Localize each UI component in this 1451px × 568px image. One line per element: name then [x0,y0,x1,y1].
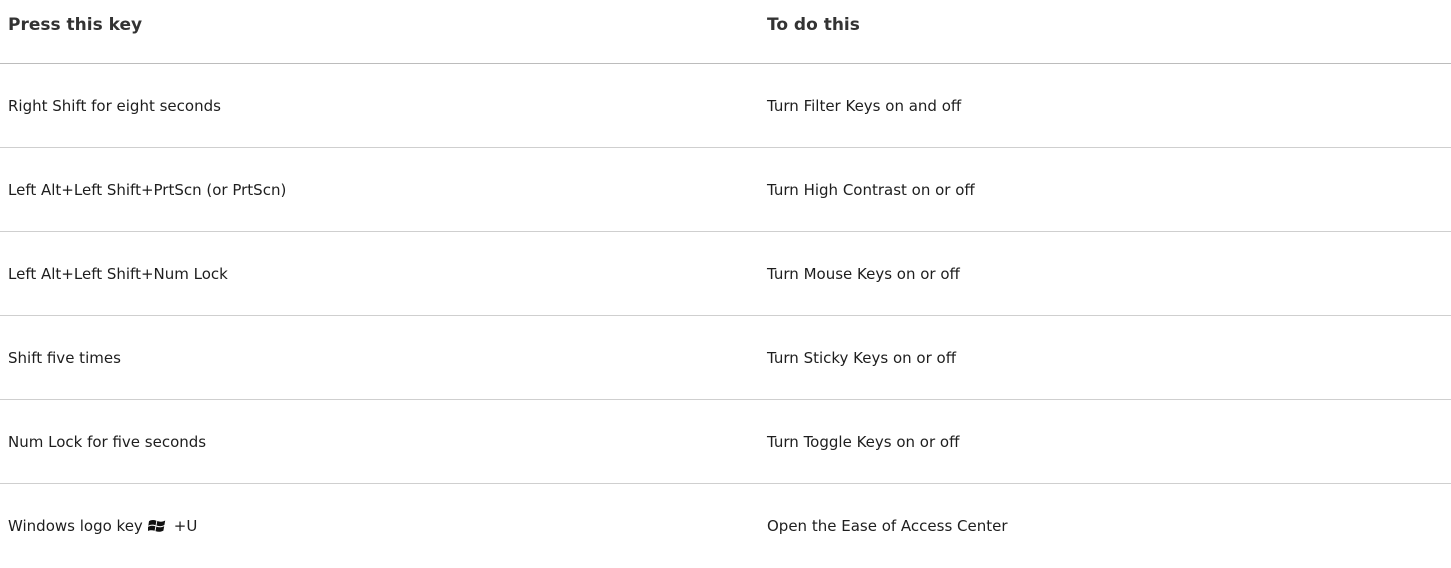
key-cell: Shift five times [8,348,121,367]
action-cell: Turn Mouse Keys on or off [767,264,960,283]
action-cell: Turn Sticky Keys on or off [767,348,957,367]
action-cell: Turn Toggle Keys on or off [767,432,960,451]
key-cell: Num Lock for five seconds [8,432,207,451]
table-row: Right Shift for eight seconds Turn Filte… [0,64,1451,148]
table-row: Windows logo key +U Open the Ease of Acc… [0,484,1451,568]
keyboard-shortcut-table: Press this key To do this Right Shift fo… [0,0,1451,568]
key-suffix-text: +U [173,517,198,535]
key-prefix-text: Windows logo key [8,517,143,535]
action-cell: Turn Filter Keys on and off [767,96,962,115]
action-cell: Open the Ease of Access Center [767,517,1008,535]
key-cell: Left Alt+Left Shift+PrtScn (or PrtScn) [8,180,287,199]
key-cell: Right Shift for eight seconds [8,96,221,115]
table-row: Num Lock for five seconds Turn Toggle Ke… [0,400,1451,484]
header-press-this-key: Press this key [8,15,143,35]
key-cell: Left Alt+Left Shift+Num Lock [8,264,228,283]
key-cell: Windows logo key +U [8,517,197,535]
table-row: Left Alt+Left Shift+Num Lock Turn Mouse … [0,232,1451,316]
action-cell: Turn High Contrast on or off [767,180,975,199]
table-row: Left Alt+Left Shift+PrtScn (or PrtScn) T… [0,148,1451,232]
table-header-row: Press this key To do this [0,0,1451,64]
header-to-do-this: To do this [767,15,860,35]
windows-logo-icon [147,520,165,532]
table-row: Shift five times Turn Sticky Keys on or … [0,316,1451,400]
